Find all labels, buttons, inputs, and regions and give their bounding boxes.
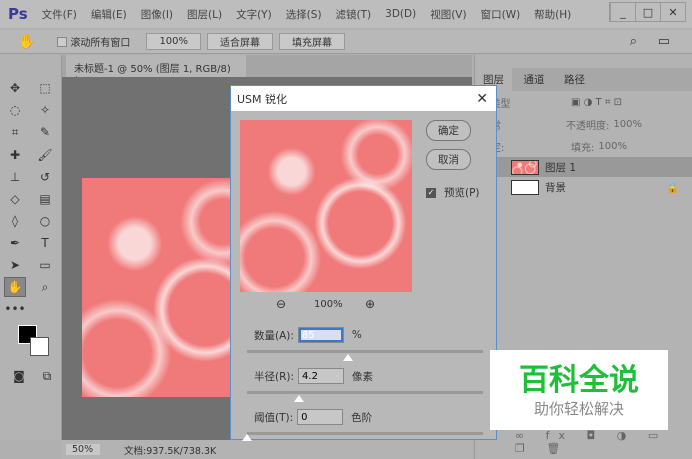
ps-logo: Ps xyxy=(8,5,28,23)
opacity-label: 不透明度: xyxy=(566,120,610,132)
menu-layer[interactable]: 图层(L) xyxy=(187,7,222,22)
healing-icon[interactable]: ✚ xyxy=(4,145,26,165)
watermark-title: 百科全说 xyxy=(519,363,639,398)
status-bar: 50% 文档:937.5K/738.3K xyxy=(62,440,472,459)
hand-icon[interactable]: ✋ xyxy=(4,276,26,297)
type-icon[interactable]: T xyxy=(34,233,56,253)
cancel-button[interactable]: 取消 xyxy=(426,149,471,170)
doc-tab[interactable]: 未标题-1 @ 50% (图层 1, RGB/8) * × xyxy=(66,55,246,86)
menu-filter[interactable]: 滤镜(T) xyxy=(336,7,372,22)
threshold-slider[interactable] xyxy=(247,432,483,435)
opacity-input[interactable]: 100% xyxy=(613,119,642,130)
more-tools-icon[interactable]: ••• xyxy=(4,299,26,319)
layer-thumbnail xyxy=(511,179,539,195)
menu-window[interactable]: 窗口(W) xyxy=(481,7,521,22)
fill-label: 填充: xyxy=(571,142,595,154)
crop-tool-icon[interactable]: ⌗ xyxy=(4,123,26,143)
options-bar: ✋ 滚动所有窗口 100% 适合屏幕 填充屏幕 ⌕ ▭ xyxy=(0,30,692,54)
menu-bar: Ps 文件(F) 编辑(E) 图像(I) 图层(L) 文字(Y) 选择(S) 滤… xyxy=(0,0,692,28)
watermark-subtitle: 助你轻松解决 xyxy=(533,400,624,418)
layer-name: 图层 1 xyxy=(545,161,577,174)
dodge-icon[interactable]: ○ xyxy=(34,211,56,231)
stamp-icon[interactable]: ⊥ xyxy=(4,167,26,187)
eraser-icon[interactable]: ◇ xyxy=(4,189,26,209)
preview-label: 预览(P) xyxy=(444,187,480,199)
usm-sharpen-dialog: USM 锐化 ✕ 确定 取消 ✓ 预览(P) ⊖ 100% ⊕ 数量(A):% 半… xyxy=(230,85,497,441)
threshold-input[interactable] xyxy=(297,409,344,425)
amount-slider[interactable] xyxy=(247,350,483,353)
hand-tool-icon[interactable]: ✋ xyxy=(18,34,35,50)
move-tool-icon[interactable]: ✥ xyxy=(4,78,26,98)
path-select-icon[interactable]: ➤ xyxy=(4,255,26,275)
scroll-all-checkbox[interactable] xyxy=(57,36,68,47)
radius-slider-thumb[interactable] xyxy=(293,395,304,402)
zoom-level[interactable]: 50% xyxy=(66,444,100,455)
zoom-icon[interactable]: ⌕ xyxy=(34,277,56,297)
radius-input[interactable] xyxy=(298,368,345,384)
preview-checkbox[interactable]: ✓ xyxy=(426,187,436,198)
zoom-100-button[interactable]: 100% xyxy=(146,33,202,50)
tab-paths[interactable]: 路径 xyxy=(556,68,593,91)
scroll-all-label: 滚动所有窗口 xyxy=(70,38,131,49)
screen-mode-icon[interactable]: ⧉ xyxy=(36,366,58,386)
gradient-icon[interactable]: ▤ xyxy=(34,189,56,209)
dialog-title: USM 锐化 xyxy=(237,92,288,106)
pen-icon[interactable]: ✒ xyxy=(4,233,26,253)
menu-help[interactable]: 帮助(H) xyxy=(534,7,571,22)
zoom-in-icon[interactable]: ⊕ xyxy=(365,297,375,311)
layer-name: 背景 xyxy=(545,181,566,194)
blur-icon[interactable]: ◊ xyxy=(4,211,26,231)
shape-icon[interactable]: ▭ xyxy=(34,255,56,275)
workspace-icon[interactable]: ▭ xyxy=(658,34,670,49)
threshold-unit: 色阶 xyxy=(351,411,373,424)
close-window-button[interactable]: ✕ xyxy=(660,3,685,21)
menu-image[interactable]: 图像(I) xyxy=(141,7,173,22)
zoom-out-icon[interactable]: ⊖ xyxy=(276,297,286,311)
menu-file[interactable]: 文件(F) xyxy=(42,7,77,22)
lock-icon: 🔒 xyxy=(666,181,680,194)
menu-3d[interactable]: 3D(D) xyxy=(385,8,416,20)
tab-channels[interactable]: 通道 xyxy=(516,68,553,91)
radius-slider[interactable] xyxy=(247,391,483,394)
layer-row[interactable]: 图层 1 xyxy=(475,157,692,177)
fill-screen-button[interactable]: 填充屏幕 xyxy=(279,33,346,50)
doc-size: 文档:937.5K/738.3K xyxy=(124,445,217,457)
filter-icons[interactable]: ▣ ◑ T ⌗ ⊡ xyxy=(571,97,622,108)
radius-label: 半径(R): xyxy=(254,370,295,383)
dialog-close-icon[interactable]: ✕ xyxy=(476,91,488,107)
radius-unit: 像素 xyxy=(352,370,374,383)
menu-edit[interactable]: 编辑(E) xyxy=(91,7,127,22)
filter-preview[interactable] xyxy=(240,120,412,292)
maximize-button[interactable]: □ xyxy=(635,3,660,21)
menu-select[interactable]: 选择(S) xyxy=(286,7,322,22)
menu-type[interactable]: 文字(Y) xyxy=(236,7,272,22)
eyedropper-icon[interactable]: ✎ xyxy=(34,122,56,142)
preview-zoom: 100% xyxy=(314,299,343,310)
ok-button[interactable]: 确定 xyxy=(426,120,471,141)
lasso-tool-icon[interactable]: ◌ xyxy=(4,100,26,120)
amount-slider-thumb[interactable] xyxy=(343,354,354,361)
brush-icon[interactable]: 🖌 xyxy=(34,145,56,165)
amount-input[interactable] xyxy=(297,327,344,343)
search-icon[interactable]: ⌕ xyxy=(630,34,637,49)
amount-unit: % xyxy=(351,329,362,341)
quickmask-icon[interactable]: ◙ xyxy=(8,366,30,386)
doc-tabs: 未标题-1 @ 50% (图层 1, RGB/8) * × xyxy=(62,55,472,86)
background-color[interactable] xyxy=(30,337,49,356)
threshold-label: 阈值(T): xyxy=(254,411,294,424)
panel-footer-icons[interactable]: ∞ fx ◘ ◑ ▭ ❐ 🗑 xyxy=(515,429,692,455)
fill-input[interactable]: 100% xyxy=(598,141,627,152)
toolbar: ✥ ⬚ ◌ ✧ ⌗ ✎ ✚ 🖌 ⊥ ↺ ◇ ▤ ◊ ○ ✒ T ➤ ▭ ✋ ⌕ ••• ◙ ⧉ xyxy=(0,55,62,440)
magic-wand-icon[interactable]: ✧ xyxy=(34,100,56,120)
watermark: 百科全说 助你轻松解决 xyxy=(490,350,668,430)
threshold-slider-thumb[interactable] xyxy=(242,434,252,441)
marquee-tool-icon[interactable]: ⬚ xyxy=(34,78,56,98)
amount-label: 数量(A): xyxy=(254,329,294,342)
menu-view[interactable]: 视图(V) xyxy=(430,7,466,22)
layer-thumbnail xyxy=(511,159,539,175)
minimize-button[interactable]: _ xyxy=(610,3,635,21)
history-brush-icon[interactable]: ↺ xyxy=(34,167,56,187)
layer-row[interactable]: 背景 🔒 xyxy=(475,177,692,197)
fit-screen-button[interactable]: 适合屏幕 xyxy=(207,33,274,50)
